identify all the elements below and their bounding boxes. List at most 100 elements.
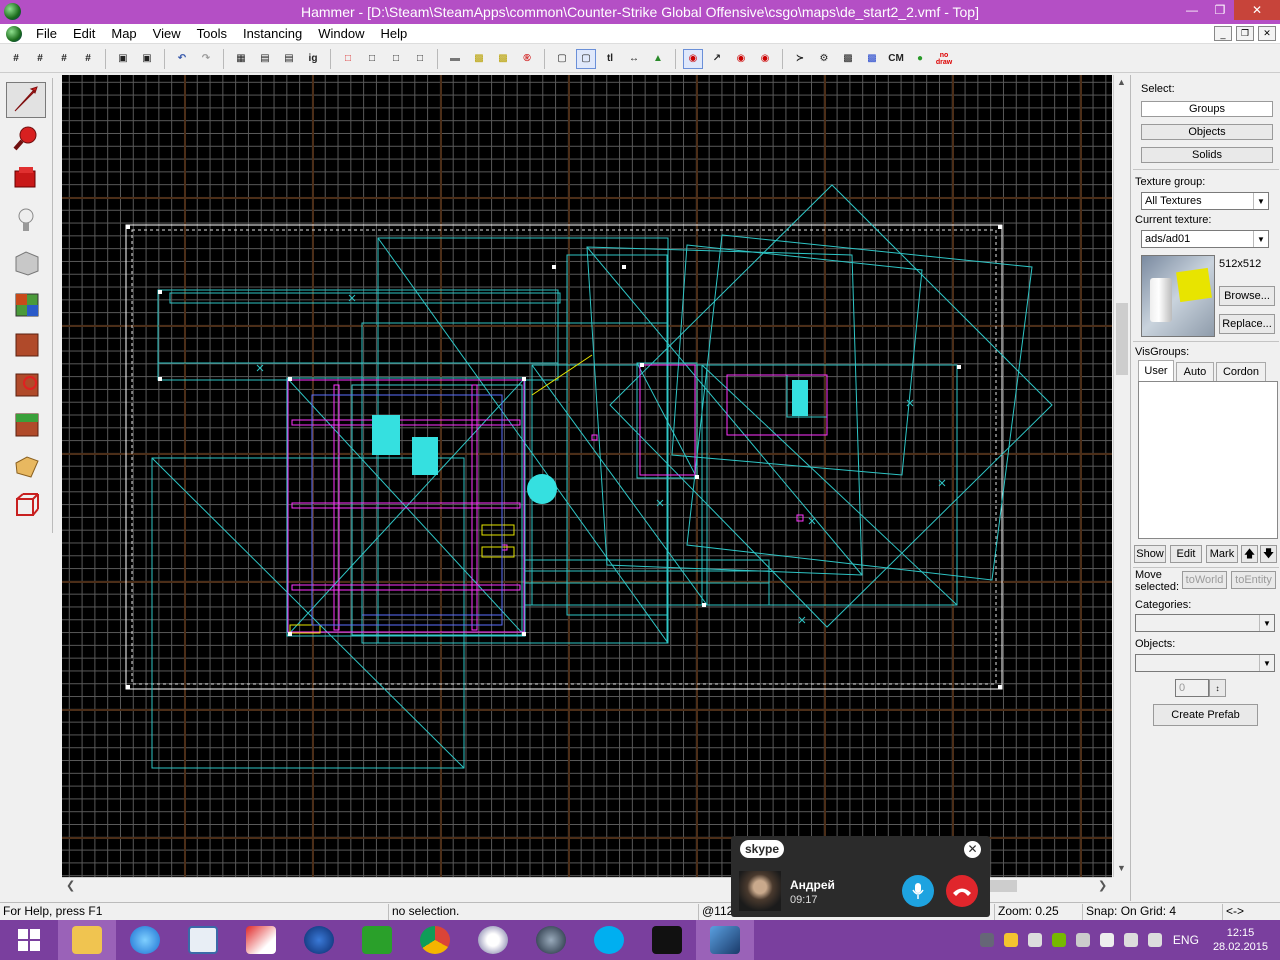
count-spinner-field[interactable]: 0 (1175, 679, 1209, 697)
scroll-up-icon[interactable]: ▲ (1117, 77, 1126, 87)
show-connections-icon[interactable]: ◉ (731, 49, 751, 69)
categories-select[interactable]: ▼ (1135, 614, 1275, 632)
chevron-down-icon[interactable]: ▼ (1259, 655, 1274, 671)
decal-tool[interactable] (6, 366, 46, 402)
start-button[interactable] (0, 920, 58, 960)
menu-help[interactable]: Help (372, 26, 415, 41)
objects-button[interactable]: Objects (1141, 124, 1273, 140)
hammer-app-icon[interactable] (4, 3, 21, 20)
chevron-down-icon[interactable]: ▼ (1253, 193, 1268, 209)
tab-cordon[interactable]: Cordon (1216, 362, 1266, 381)
spinner-arrows-icon[interactable]: ↕ (1209, 679, 1226, 697)
mdi-close-button[interactable]: ✕ (1258, 26, 1276, 41)
entity-tool[interactable] (6, 202, 46, 238)
redo-icon[interactable]: ↷ (196, 49, 216, 69)
grid-3d-icon[interactable]: # (30, 49, 50, 69)
clipping-tool[interactable] (6, 448, 46, 484)
taskbar-kaspersky[interactable] (232, 920, 290, 960)
overlay-tool[interactable] (6, 406, 46, 442)
steam-tray-icon[interactable] (979, 933, 994, 947)
groups-button[interactable]: Groups (1141, 101, 1273, 117)
selection-tool[interactable] (6, 82, 46, 118)
move-up-icon[interactable]: 🡅 (1241, 545, 1258, 563)
hide-unselected-icon[interactable]: □ (362, 49, 382, 69)
grid-smaller-icon[interactable]: # (54, 49, 74, 69)
menu-instancing[interactable]: Instancing (235, 26, 310, 41)
show-detail-icon[interactable]: ◉ (755, 49, 775, 69)
vertex-tool[interactable] (6, 488, 46, 524)
show-helpers-icon[interactable]: ↗ (707, 49, 727, 69)
edit-button[interactable]: Edit (1170, 545, 1202, 563)
menu-file[interactable]: File (28, 26, 65, 41)
nodraw-icon[interactable]: no draw (934, 49, 954, 69)
ungroup-icon[interactable]: ▤ (279, 49, 299, 69)
leaf-icon[interactable]: ● (910, 49, 930, 69)
chevron-down-icon[interactable]: ▼ (1259, 615, 1274, 631)
load-window-state-icon[interactable]: ▣ (113, 49, 133, 69)
taskbar-steam[interactable] (522, 920, 580, 960)
carve-icon[interactable]: ▦ (231, 49, 251, 69)
replace-button[interactable]: Replace... (1219, 314, 1275, 334)
taskbar-app-window[interactable] (174, 920, 232, 960)
cubemap-text-icon[interactable]: CM (886, 49, 906, 69)
browse-button[interactable]: Browse... (1219, 286, 1275, 306)
taskbar-steam-big-picture[interactable] (638, 920, 696, 960)
objects-select[interactable]: ▼ (1135, 654, 1275, 672)
mdi-restore-button[interactable]: ❐ (1236, 26, 1254, 41)
texture-lock-icon[interactable]: ▩ (469, 49, 489, 69)
taskbar-hammer[interactable] (696, 920, 754, 960)
menu-map[interactable]: Map (103, 26, 144, 41)
cubemap-icon[interactable]: ▩ (838, 49, 858, 69)
mdi-minimize-button[interactable]: _ (1214, 26, 1232, 41)
texture-lock-off-icon[interactable]: ▬ (445, 49, 465, 69)
move-down-icon[interactable]: 🡇 (1260, 545, 1277, 563)
camera-tool[interactable] (6, 160, 46, 196)
menu-window[interactable]: Window (310, 26, 372, 41)
mark-button[interactable]: Mark (1206, 545, 1238, 563)
microphone-button[interactable] (902, 875, 934, 907)
solids-button[interactable]: Solids (1141, 147, 1273, 163)
transform-lock-icon[interactable]: tl (600, 49, 620, 69)
to-world-button[interactable]: toWorld (1182, 571, 1227, 589)
flip-icon[interactable]: ↔ (624, 49, 644, 69)
show-models-icon[interactable]: ◉ (683, 48, 703, 69)
hang-up-button[interactable] (946, 875, 978, 907)
scroll-right-icon[interactable]: ❯ (1098, 879, 1107, 892)
block-tool[interactable] (6, 244, 46, 280)
current-texture-select[interactable]: ads/ad01 ▼ (1141, 230, 1269, 248)
top-2d-viewport[interactable] (62, 75, 1112, 877)
chevron-down-icon[interactable]: ▼ (1253, 231, 1268, 247)
taskbar-file-explorer[interactable] (58, 920, 116, 960)
group-icon[interactable]: ▤ (255, 49, 275, 69)
magnify-tool[interactable] (6, 120, 46, 156)
taskbar-internet-explorer[interactable] (116, 920, 174, 960)
tab-auto[interactable]: Auto (1176, 362, 1214, 381)
visgroup-icon[interactable]: □ (410, 49, 430, 69)
minimize-button[interactable]: — (1178, 0, 1206, 20)
taskbar-skype[interactable] (580, 920, 638, 960)
language-indicator[interactable]: ENG (1173, 933, 1199, 947)
menu-edit[interactable]: Edit (65, 26, 103, 41)
texture-application-tool[interactable] (6, 286, 46, 322)
menu-tools[interactable]: Tools (189, 26, 235, 41)
taskbar-app-swirl[interactable] (464, 920, 522, 960)
vertical-scroll-thumb[interactable] (1116, 303, 1128, 375)
network-icon[interactable] (1147, 933, 1162, 947)
tab-user[interactable]: User (1138, 360, 1174, 381)
radius-culling-icon[interactable]: ® (517, 49, 537, 69)
scroll-left-icon[interactable]: ❮ (66, 879, 75, 892)
tray-warning-icon[interactable] (1027, 933, 1042, 947)
toggle-handles-icon[interactable]: ▢ (552, 49, 572, 69)
undo-icon[interactable]: ↶ (172, 49, 192, 69)
taskbar-store[interactable] (348, 920, 406, 960)
apply-texture-tool[interactable] (6, 326, 46, 362)
save-window-state-icon[interactable]: ▣ (137, 49, 157, 69)
texture-group-select[interactable]: All Textures ▼ (1141, 192, 1269, 210)
close-icon[interactable]: ✕ (964, 841, 981, 858)
vertical-scrollbar[interactable]: ▲ ▼ (1113, 75, 1129, 877)
volume-icon[interactable] (1123, 933, 1138, 947)
taskbar-firefox[interactable] (290, 920, 348, 960)
visgroups-list[interactable] (1138, 381, 1278, 539)
to-entity-button[interactable]: toEntity (1231, 571, 1276, 589)
texture-scale-lock-icon[interactable]: ▩ (493, 49, 513, 69)
